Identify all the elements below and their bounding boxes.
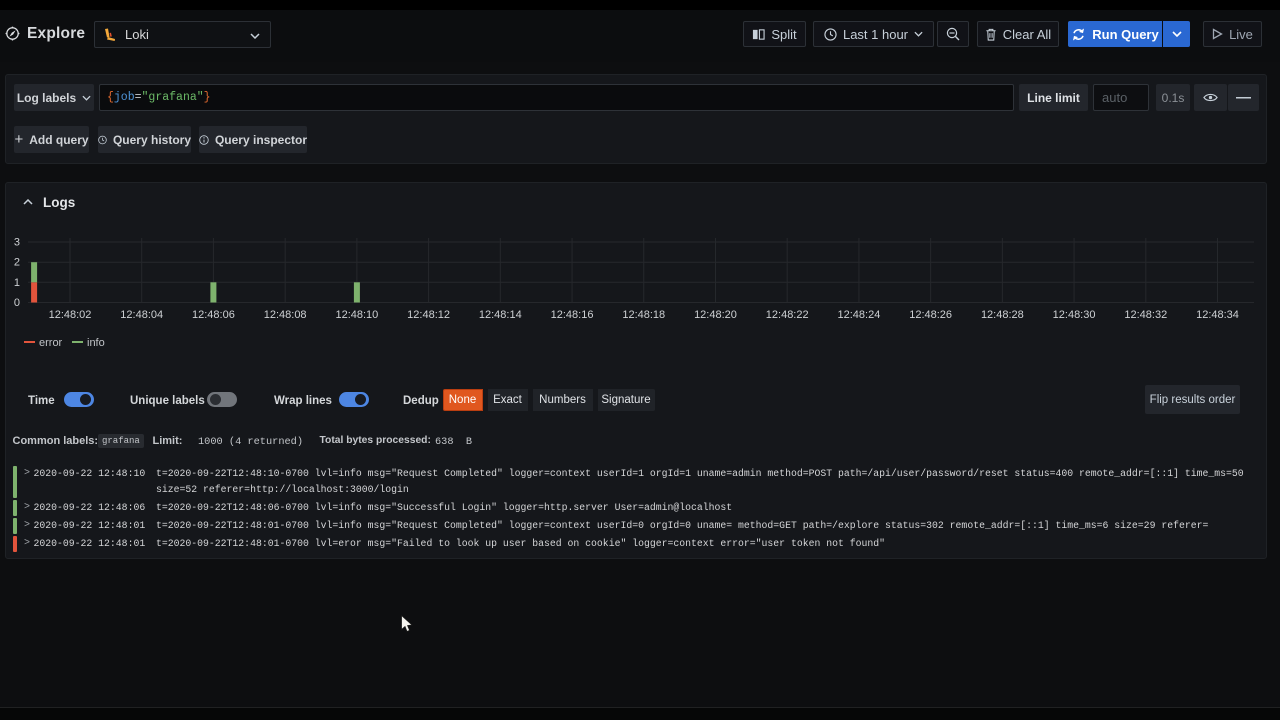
svg-text:12:48:10: 12:48:10 <box>335 309 378 321</box>
svg-text:12:48:08: 12:48:08 <box>264 309 307 321</box>
svg-text:3: 3 <box>14 237 20 249</box>
svg-text:1: 1 <box>14 277 20 289</box>
svg-text:12:48:18: 12:48:18 <box>622 309 665 321</box>
svg-text:12:48:32: 12:48:32 <box>1124 309 1167 321</box>
svg-text:12:48:28: 12:48:28 <box>981 309 1024 321</box>
svg-text:0: 0 <box>14 297 20 309</box>
svg-text:12:48:02: 12:48:02 <box>49 309 92 321</box>
svg-text:12:48:12: 12:48:12 <box>407 309 450 321</box>
svg-text:12:48:22: 12:48:22 <box>766 309 809 321</box>
svg-text:12:48:16: 12:48:16 <box>551 309 594 321</box>
svg-text:12:48:20: 12:48:20 <box>694 309 737 321</box>
svg-text:12:48:04: 12:48:04 <box>120 309 163 321</box>
svg-text:12:48:34: 12:48:34 <box>1196 309 1239 321</box>
svg-text:12:48:26: 12:48:26 <box>909 309 952 321</box>
svg-text:12:48:14: 12:48:14 <box>479 309 522 321</box>
svg-text:12:48:30: 12:48:30 <box>1053 309 1096 321</box>
svg-text:12:48:24: 12:48:24 <box>838 309 881 321</box>
svg-text:2: 2 <box>14 257 20 269</box>
svg-text:info: info <box>87 337 105 349</box>
svg-text:error: error <box>39 337 63 349</box>
svg-text:12:48:06: 12:48:06 <box>192 309 235 321</box>
